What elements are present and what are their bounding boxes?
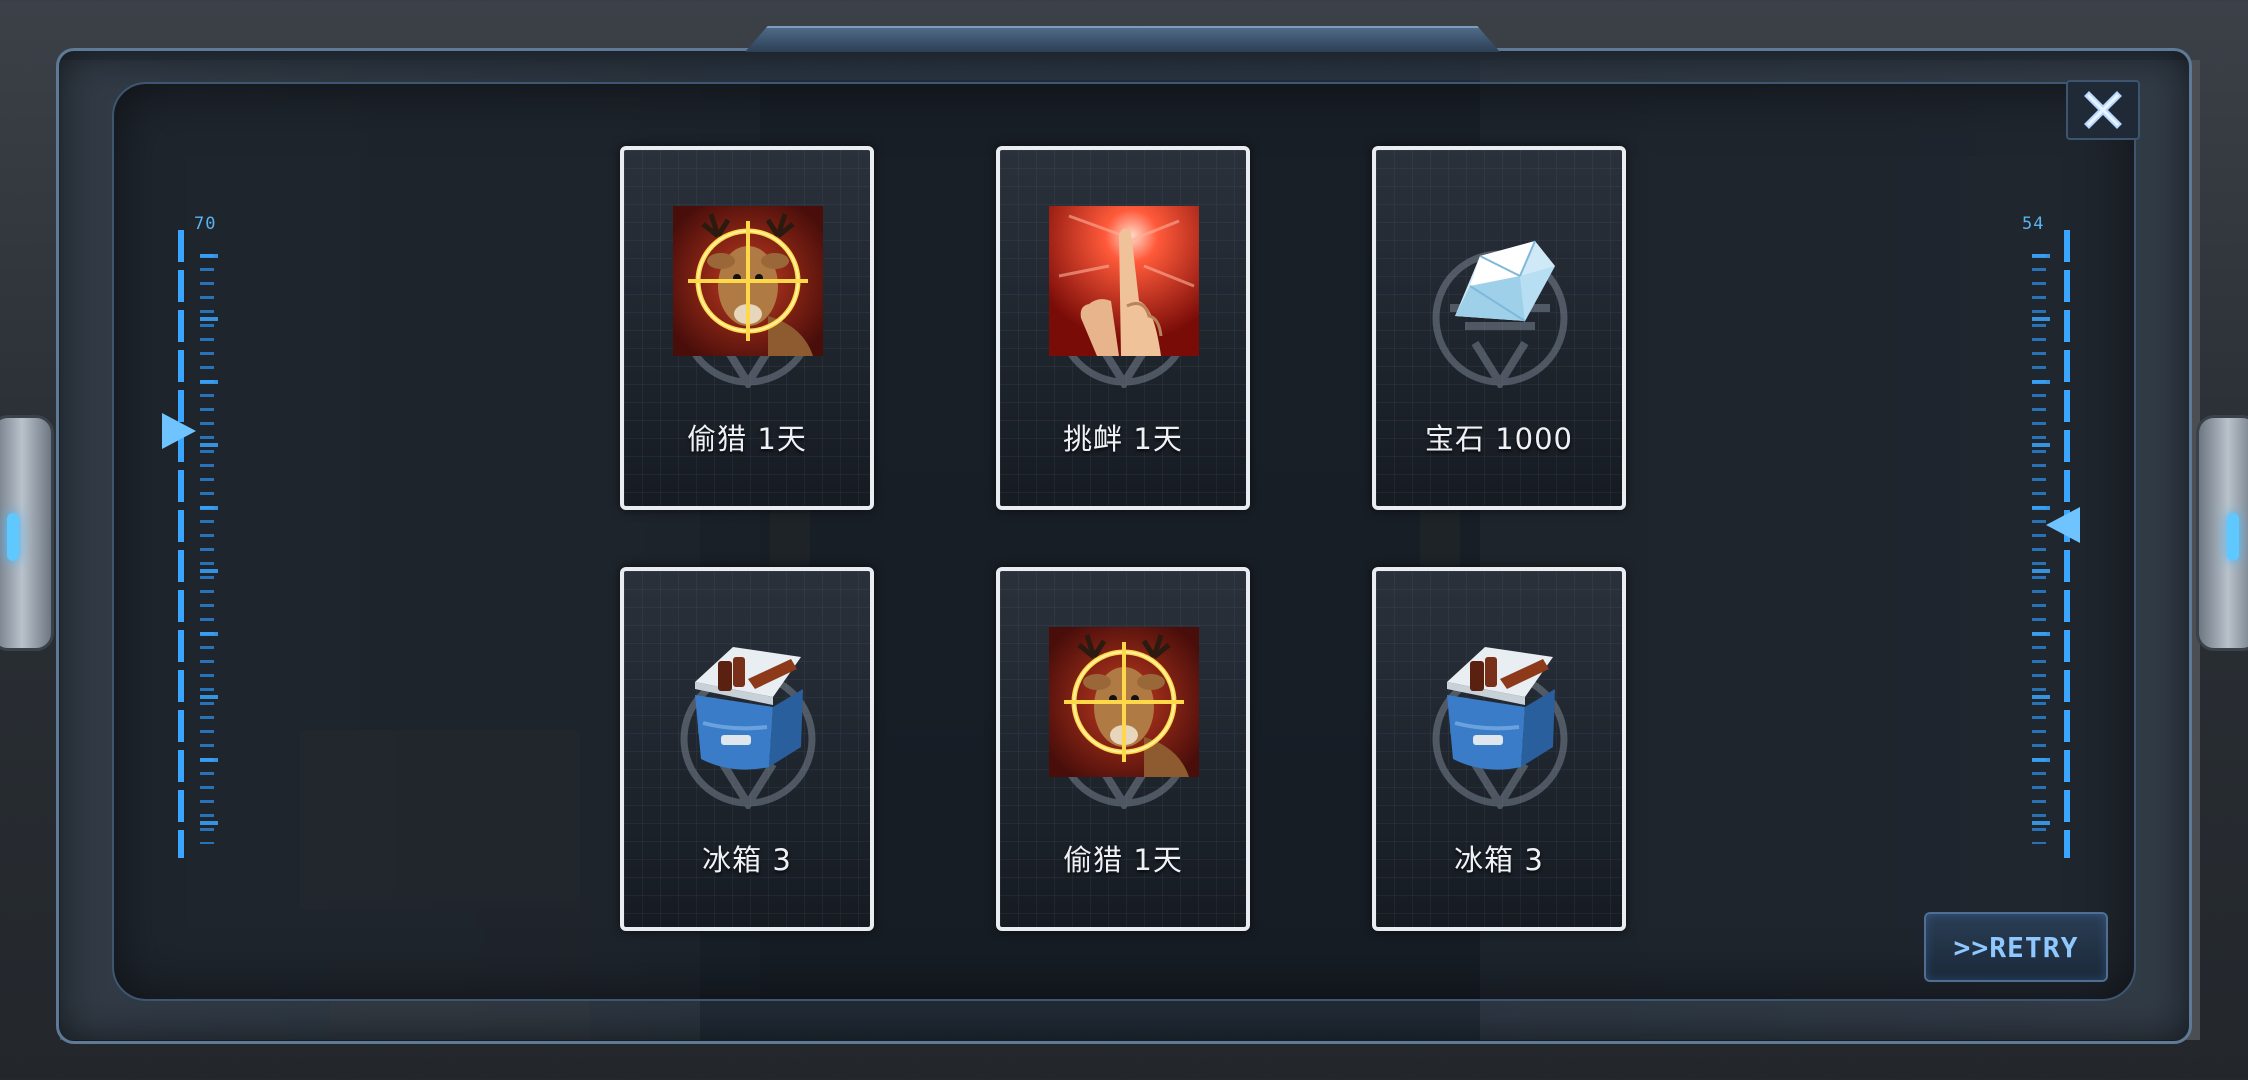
card-label: 偷猎 1天 <box>687 422 807 456</box>
close-button[interactable] <box>2066 80 2140 140</box>
retry-label: >>RETRY <box>1953 930 2079 964</box>
left-gauge-value: 70 <box>194 214 217 234</box>
card-label: 偷猎 1天 <box>1063 843 1183 877</box>
cooler-icon <box>693 645 805 772</box>
deer-crosshair-icon <box>673 206 823 356</box>
left-gauge: 70 <box>162 214 230 858</box>
right-gauge-value: 54 <box>2022 214 2045 234</box>
cooler-icon <box>1445 645 1557 772</box>
card-label: 挑衅 1天 <box>1063 422 1183 456</box>
left-gauge-pointer <box>162 413 196 449</box>
frame-top-tab <box>745 26 1500 52</box>
reward-card[interactable]: 冰箱 3 <box>620 567 874 931</box>
card-label: 宝石 1000 <box>1424 422 1574 456</box>
reward-card[interactable]: 偷猎 1天 <box>996 567 1250 931</box>
retry-button[interactable]: >>RETRY <box>1924 912 2108 982</box>
left-side-cap <box>0 415 54 651</box>
reward-card[interactable]: 挑衅 1天 <box>996 146 1250 510</box>
right-gauge-pointer <box>2046 507 2080 544</box>
deer-crosshair-icon <box>1049 627 1199 777</box>
pointing-finger-icon <box>1049 206 1199 356</box>
right-gauge-bar <box>2064 230 2070 858</box>
right-gauge: 54 <box>2018 214 2080 858</box>
right-side-cap <box>2196 415 2248 651</box>
close-icon <box>2084 91 2122 129</box>
reward-card[interactable]: 偷猎 1天 <box>620 146 874 510</box>
reward-card[interactable]: 宝石 1000 <box>1372 146 1626 510</box>
reward-card[interactable]: 冰箱 3 <box>1372 567 1626 931</box>
card-label: 冰箱 3 <box>1454 843 1544 877</box>
card-label: 冰箱 3 <box>702 843 792 877</box>
gem-icon <box>1454 240 1556 322</box>
left-gauge-bar <box>178 230 184 858</box>
